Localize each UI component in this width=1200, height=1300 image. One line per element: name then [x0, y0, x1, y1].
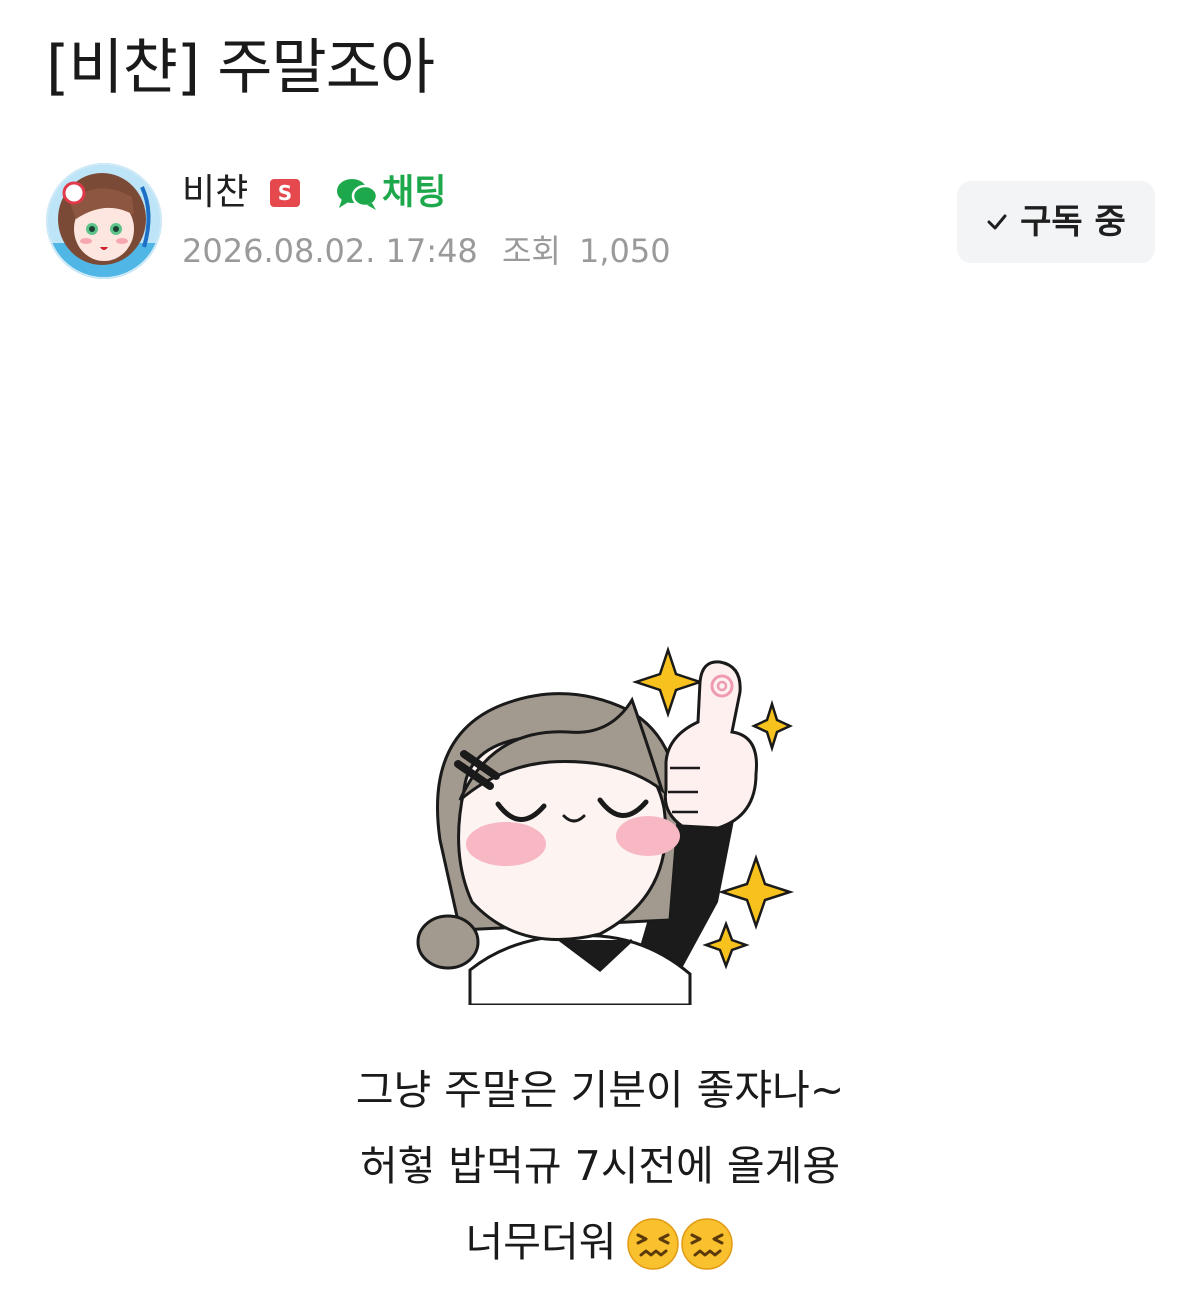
- chat-bubbles-icon: [336, 175, 379, 211]
- tier-badge: S: [270, 179, 300, 207]
- subscribe-label: 구독 중: [1020, 202, 1126, 242]
- post-line-1: 그냥 주말은 기분이 좋쟈나~: [355, 1066, 845, 1114]
- confounded-face-icon: [681, 1218, 734, 1270]
- post-line-3: 너무더워: [0, 1204, 1200, 1280]
- confounded-face-icon: [627, 1218, 680, 1270]
- author-name[interactable]: 비챤: [182, 171, 248, 215]
- confounded-face-emoji-pair: [626, 1217, 734, 1273]
- chat-label: 채팅: [382, 173, 447, 213]
- post-line-3-text: 너무더워: [465, 1218, 617, 1266]
- author-avatar[interactable]: [46, 163, 162, 279]
- author-row: 비챤 S 채팅 2026.08.02. 17:48 조회 1,050 구독 중: [46, 163, 1156, 283]
- post-line-2: 허헣 밥먹규 7시전에 올게용: [359, 1142, 841, 1190]
- views-label: 조회: [501, 232, 561, 270]
- post-body: 그냥 주말은 기분이 좋쟈나~ 허헣 밥먹규 7시전에 올게용 너무더워: [0, 1052, 1200, 1280]
- post-meta: 2026.08.02. 17:48 조회 1,050: [182, 229, 685, 273]
- subscribe-button[interactable]: 구독 중: [957, 181, 1155, 263]
- post-title: [비챤] 주말조아: [46, 33, 435, 103]
- chat-button[interactable]: 채팅: [336, 171, 446, 215]
- thumbs-up-sticker: [400, 640, 800, 1007]
- views-count: 1,050: [579, 232, 671, 270]
- post-datetime: 2026.08.02. 17:48: [182, 232, 478, 270]
- check-icon: [986, 211, 1008, 233]
